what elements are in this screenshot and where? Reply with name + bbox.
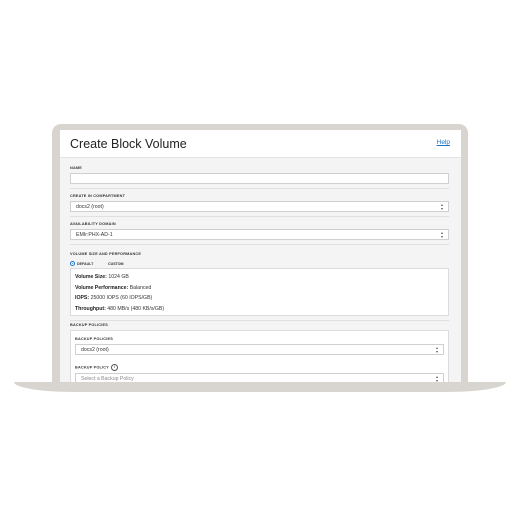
laptop-base bbox=[14, 382, 506, 392]
backup-compartment-value: docs2 (root) bbox=[81, 347, 109, 353]
backup-policies-panel: BACKUP POLICIES docs2 (root) ▴ ▾ BACKUP P… bbox=[70, 330, 449, 382]
backup-policy-placeholder: Select a Backup Policy bbox=[81, 376, 134, 382]
compartment-select[interactable]: docs2 (root) ▴ ▾ bbox=[70, 201, 449, 212]
dialog-header: Create Block Volume Help bbox=[60, 130, 461, 158]
dialog: Create Block Volume Help NAME CREATE IN … bbox=[60, 130, 461, 382]
divider bbox=[70, 244, 449, 245]
compartment-label: CREATE IN COMPARTMENT bbox=[70, 194, 126, 198]
radio-custom-label[interactable]: CUSTOM bbox=[108, 262, 124, 266]
dialog-body: NAME CREATE IN COMPARTMENT docs2 (root) … bbox=[60, 158, 461, 382]
backup-policy-select[interactable]: Select a Backup Policy ▴ ▾ bbox=[75, 373, 444, 382]
volume-performance-row: Volume Performance: Balanced bbox=[75, 285, 152, 291]
backup-policy-label: BACKUP POLICY i bbox=[75, 364, 118, 371]
backup-compartment-select[interactable]: docs2 (root) ▴ ▾ bbox=[75, 344, 444, 355]
page-title: Create Block Volume bbox=[70, 137, 187, 151]
chevron-updown-icon: ▴ ▾ bbox=[440, 202, 443, 211]
info-icon[interactable]: i bbox=[110, 364, 118, 371]
throughput-row: Throughput: 480 MB/s (480 KB/s/GB) bbox=[75, 306, 165, 312]
availability-domain-value: EMIr:PHX-AD-1 bbox=[76, 232, 113, 238]
chevron-updown-icon: ▴ ▾ bbox=[440, 230, 443, 239]
chevron-updown-icon: ▴ ▾ bbox=[435, 374, 438, 382]
name-input[interactable] bbox=[70, 173, 449, 184]
iops-row: IOPS: 25000 IOPS (60 IOPS/GB) bbox=[75, 295, 153, 301]
divider bbox=[70, 320, 449, 321]
divider bbox=[70, 216, 449, 217]
name-label: NAME bbox=[70, 166, 82, 170]
availability-domain-select[interactable]: EMIr:PHX-AD-1 ▴ ▾ bbox=[70, 229, 449, 240]
chevron-updown-icon: ▴ ▾ bbox=[435, 345, 438, 354]
availability-domain-label: AVAILABILITY DOMAIN bbox=[70, 222, 116, 226]
backup-compartment-label: BACKUP POLICIES bbox=[75, 337, 113, 341]
volume-size-row: Volume Size: 1024 GB bbox=[75, 274, 129, 280]
radio-default-label: DEFAULT bbox=[77, 261, 94, 266]
performance-summary: Volume Size: 1024 GB Volume Performance:… bbox=[70, 268, 449, 316]
backup-section-label: BACKUP POLICIES bbox=[70, 323, 108, 327]
compartment-value: docs2 (root) bbox=[76, 204, 104, 210]
volume-section-label: VOLUME SIZE AND PERFORMANCE bbox=[70, 252, 142, 256]
help-link[interactable]: Help bbox=[437, 139, 450, 146]
radio-default[interactable] bbox=[70, 261, 75, 266]
divider bbox=[70, 188, 449, 189]
